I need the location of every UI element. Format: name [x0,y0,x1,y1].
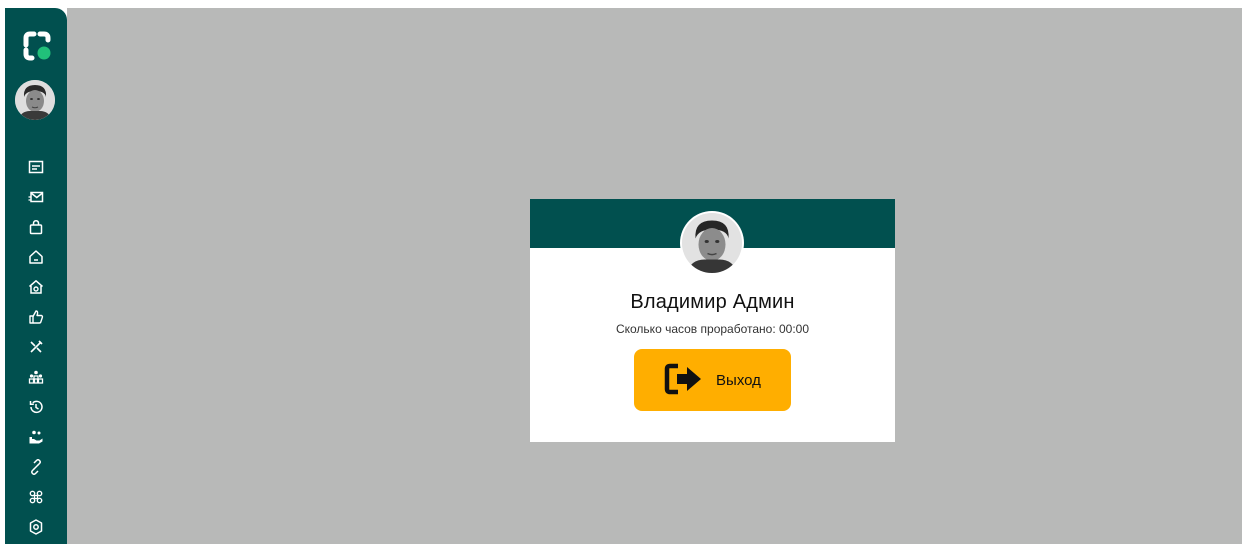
user-name: Владимир Админ [630,291,795,313]
profile-avatar [682,213,742,273]
hand-coins-icon[interactable] [25,426,47,448]
id-card-icon[interactable] [25,156,47,178]
logout-button[interactable]: Выход [634,349,791,411]
command-icon[interactable] [25,486,47,508]
main-overlay: Владимир Админ Сколько часов проработано… [67,8,1242,544]
app-logo-icon[interactable] [21,30,53,62]
home-settings-icon[interactable] [25,276,47,298]
settings-icon[interactable] [25,516,47,538]
mail-send-icon[interactable] [25,186,47,208]
hours-worked-text: Сколько часов проработано: 00:00 [615,322,810,336]
profile-card: Владимир Админ Сколько часов проработано… [530,199,895,442]
tools-icon[interactable] [25,336,47,358]
logout-arrow-icon [664,362,704,399]
user-avatar[interactable] [15,80,55,120]
sidebar [5,8,67,544]
home-icon[interactable] [25,246,47,268]
history-icon[interactable] [25,396,47,418]
team-icon[interactable] [25,366,47,388]
logout-label: Выход [716,371,761,389]
link-icon[interactable] [25,456,47,478]
thumbs-up-icon[interactable] [25,306,47,328]
shopping-bag-icon[interactable] [25,216,47,238]
